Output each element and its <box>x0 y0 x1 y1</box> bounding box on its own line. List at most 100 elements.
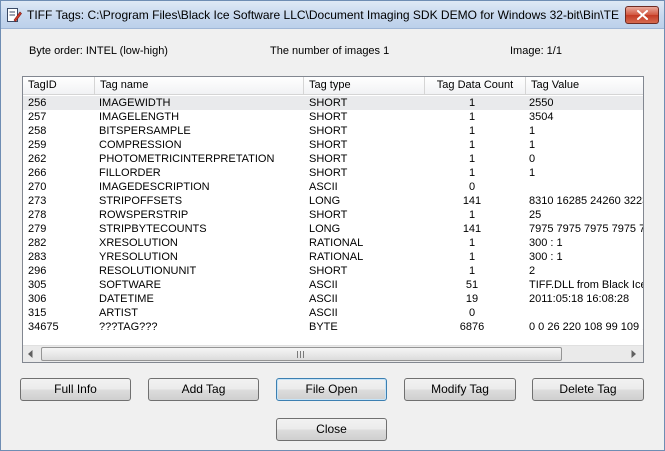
close-icon <box>637 10 648 20</box>
column-header-tag-value[interactable]: Tag Value <box>526 77 643 95</box>
cell-tag-value: 8310 16285 24260 3223... <box>529 195 643 207</box>
cell-tag-count: 6876 <box>459 321 485 333</box>
cell-tag-id: 273 <box>28 195 47 207</box>
horizontal-scrollbar[interactable] <box>23 345 643 362</box>
column-header-tag-id[interactable]: TagID <box>23 77 95 95</box>
scroll-right-button[interactable] <box>626 346 643 362</box>
table-row[interactable]: 256 IMAGEWIDTH SHORT 1 2550 <box>23 96 643 110</box>
full-info-button[interactable]: Full Info <box>20 378 131 401</box>
tag-list[interactable]: TagID Tag name Tag type Tag Data Count T… <box>22 76 644 363</box>
table-row[interactable]: 34675 ???TAG??? BYTE 6876 0 0 26 220 108… <box>23 320 643 334</box>
cell-tag-value: 2550 <box>529 97 554 109</box>
cell-tag-id: 34675 <box>28 321 59 333</box>
cell-tag-name: RESOLUTIONUNIT <box>99 265 197 277</box>
table-row[interactable]: 259 COMPRESSION SHORT 1 1 <box>23 138 643 152</box>
cell-tag-type: LONG <box>309 223 341 235</box>
title-bar[interactable]: TIFF Tags: C:\Program Files\Black Ice So… <box>1 1 664 29</box>
table-row[interactable]: 266 FILLORDER SHORT 1 1 <box>23 166 643 180</box>
cell-tag-type: SHORT <box>309 111 348 123</box>
cell-tag-type: RATIONAL <box>309 237 364 249</box>
cell-tag-id: 306 <box>28 293 47 305</box>
cell-tag-type: ASCII <box>309 307 338 319</box>
cell-tag-type: SHORT <box>309 97 348 109</box>
cell-tag-id: 262 <box>28 153 47 165</box>
table-row[interactable]: 305 SOFTWARE ASCII 51 TIFF.DLL from Blac… <box>23 278 643 292</box>
table-row[interactable]: 279 STRIPBYTECOUNTS LONG 141 7975 7975 7… <box>23 222 643 236</box>
cell-tag-name: IMAGELENGTH <box>99 111 180 123</box>
cell-tag-id: 315 <box>28 307 47 319</box>
cell-tag-type: SHORT <box>309 153 348 165</box>
cell-tag-count: 1 <box>468 209 476 221</box>
table-row[interactable]: 296 RESOLUTIONUNIT SHORT 1 2 <box>23 264 643 278</box>
byte-order-label: Byte order: INTEL (low-high) <box>29 45 168 57</box>
table-row[interactable]: 282 XRESOLUTION RATIONAL 1 300 : 1 <box>23 236 643 250</box>
cell-tag-type: ASCII <box>309 279 338 291</box>
table-row[interactable]: 315 ARTIST ASCII 0 <box>23 306 643 320</box>
cell-tag-count: 1 <box>468 237 476 249</box>
table-row[interactable]: 262 PHOTOMETRICINTERPRETATION SHORT 1 0 <box>23 152 643 166</box>
cell-tag-id: 258 <box>28 125 47 137</box>
table-row[interactable]: 283 YRESOLUTION RATIONAL 1 300 : 1 <box>23 250 643 264</box>
document-edit-icon <box>7 8 22 22</box>
image-count-label: The number of images 1 <box>270 45 390 57</box>
cell-tag-count: 1 <box>468 153 476 165</box>
cell-tag-name: BITSPERSAMPLE <box>99 125 191 137</box>
cell-tag-type: ASCII <box>309 293 338 305</box>
cell-tag-name: IMAGEDESCRIPTION <box>99 181 210 193</box>
cell-tag-name: DATETIME <box>99 293 154 305</box>
cell-tag-value: 2 <box>529 265 536 277</box>
cell-tag-count: 0 <box>468 307 476 319</box>
window-close-button[interactable] <box>625 6 659 24</box>
table-row[interactable]: 258 BITSPERSAMPLE SHORT 1 1 <box>23 124 643 138</box>
cell-tag-id: 283 <box>28 251 47 263</box>
cell-tag-count: 0 <box>468 181 476 193</box>
add-tag-button[interactable]: Add Tag <box>148 378 259 401</box>
cell-tag-count: 19 <box>465 293 479 305</box>
arrow-right-icon <box>631 350 636 358</box>
table-row[interactable]: 306 DATETIME ASCII 19 2011:05:18 16:08:2… <box>23 292 643 306</box>
table-row[interactable]: 270 IMAGEDESCRIPTION ASCII 0 <box>23 180 643 194</box>
cell-tag-name: ROWSPERSTRIP <box>99 209 189 221</box>
cell-tag-name: PHOTOMETRICINTERPRETATION <box>99 153 275 165</box>
cell-tag-value: 7975 7975 7975 7975 7... <box>529 223 643 235</box>
file-open-button[interactable]: File Open <box>276 378 387 401</box>
cell-tag-id: 278 <box>28 209 47 221</box>
table-row[interactable]: 278 ROWSPERSTRIP SHORT 1 25 <box>23 208 643 222</box>
cell-tag-value <box>529 306 643 320</box>
cell-tag-count: 141 <box>462 195 482 207</box>
scrollbar-grip-icon <box>297 351 306 358</box>
window-title: TIFF Tags: C:\Program Files\Black Ice So… <box>27 8 619 22</box>
cell-tag-value: 300 : 1 <box>529 251 563 263</box>
cell-tag-name: ???TAG??? <box>99 321 158 333</box>
cell-tag-count: 1 <box>468 97 476 109</box>
column-header-tag-data-count[interactable]: Tag Data Count <box>425 77 526 95</box>
cell-tag-value: 2011:05:18 16:08:28 <box>529 293 630 305</box>
cell-tag-name: STRIPBYTECOUNTS <box>99 223 207 235</box>
cell-tag-count: 1 <box>468 139 476 151</box>
cell-tag-value <box>529 180 643 194</box>
list-header: TagID Tag name Tag type Tag Data Count T… <box>23 77 643 95</box>
cell-tag-id: 282 <box>28 237 47 249</box>
tag-rows: 256 IMAGEWIDTH SHORT 1 2550 257 IMAGELEN… <box>23 96 643 334</box>
scroll-left-button[interactable] <box>23 346 40 362</box>
cell-tag-value: 300 : 1 <box>529 237 563 249</box>
column-header-tag-type[interactable]: Tag type <box>304 77 425 95</box>
cell-tag-value: 1 <box>529 125 536 137</box>
arrow-left-icon <box>28 350 33 358</box>
column-header-tag-name[interactable]: Tag name <box>95 77 304 95</box>
close-button[interactable]: Close <box>276 418 387 441</box>
cell-tag-type: LONG <box>309 195 341 207</box>
cell-tag-name: IMAGEWIDTH <box>99 97 171 109</box>
modify-tag-button[interactable]: Modify Tag <box>404 378 516 401</box>
table-row[interactable]: 273 STRIPOFFSETS LONG 141 8310 16285 242… <box>23 194 643 208</box>
cell-tag-value: 0 <box>529 153 536 165</box>
delete-tag-button[interactable]: Delete Tag <box>532 378 644 401</box>
scrollbar-thumb[interactable] <box>41 347 562 361</box>
cell-tag-name: ARTIST <box>99 307 138 319</box>
cell-tag-count: 51 <box>465 279 479 291</box>
cell-tag-type: SHORT <box>309 125 348 137</box>
table-row[interactable]: 257 IMAGELENGTH SHORT 1 3504 <box>23 110 643 124</box>
cell-tag-type: SHORT <box>309 265 348 277</box>
cell-tag-type: SHORT <box>309 209 348 221</box>
cell-tag-count: 141 <box>462 223 482 235</box>
